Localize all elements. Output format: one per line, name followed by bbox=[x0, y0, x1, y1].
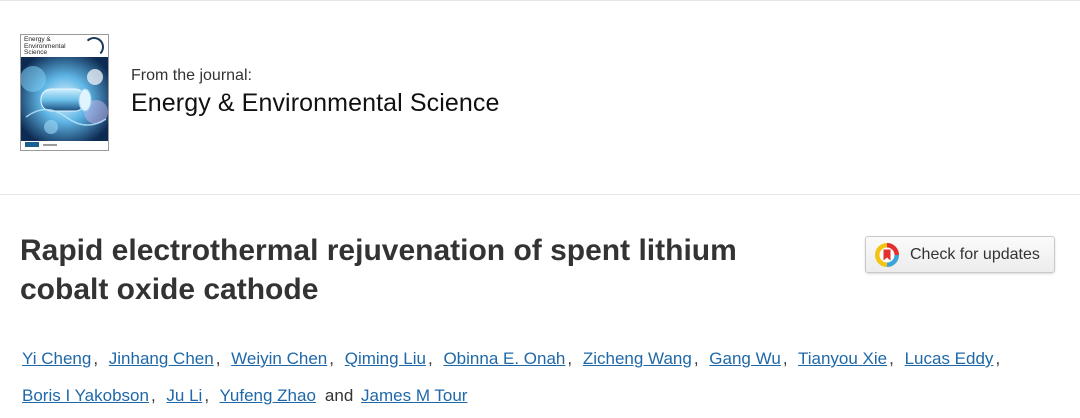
author-separator: , bbox=[889, 349, 894, 368]
author-link[interactable]: Weiyin Chen bbox=[231, 349, 327, 368]
author-separator: , bbox=[204, 386, 210, 405]
author-separator: , bbox=[567, 349, 573, 368]
cover-footer-line bbox=[43, 144, 57, 146]
author-link[interactable]: Gang Wu bbox=[709, 349, 781, 368]
author-conjunction: and bbox=[324, 386, 354, 405]
author-link[interactable]: Lucas Eddy bbox=[905, 349, 994, 368]
author-link[interactable]: Qiming Liu bbox=[345, 349, 426, 368]
author-separator: , bbox=[93, 349, 99, 368]
cover-journal-title: Energy & Environmental Science bbox=[24, 36, 66, 56]
cover-logo-icon bbox=[84, 37, 104, 57]
author-link[interactable]: Zicheng Wang bbox=[583, 349, 692, 368]
author-separator: , bbox=[782, 349, 788, 368]
author-separator: , bbox=[150, 386, 156, 405]
author-link[interactable]: Ju Li bbox=[166, 386, 202, 405]
author-link[interactable]: Boris I Yakobson bbox=[22, 386, 149, 405]
author-link[interactable]: Tianyou Xie bbox=[798, 349, 887, 368]
journal-name[interactable]: Energy & Environmental Science bbox=[131, 89, 499, 118]
journal-header: Energy & Environmental Science From the … bbox=[0, 0, 1080, 195]
publisher-logo bbox=[25, 142, 39, 147]
author-separator: , bbox=[995, 349, 1001, 368]
author-separator: , bbox=[427, 349, 433, 368]
author-separator: , bbox=[693, 349, 699, 368]
journal-cover-image[interactable]: Energy & Environmental Science bbox=[20, 34, 109, 151]
author-link[interactable]: Yufeng Zhao bbox=[220, 386, 316, 405]
from-journal-label: From the journal: bbox=[131, 67, 252, 84]
cover-artwork bbox=[21, 57, 108, 141]
author-separator: , bbox=[329, 349, 334, 368]
author-separator: , bbox=[215, 349, 221, 368]
author-list: Yi Cheng, Jinhang Chen, Weiyin Chen, Qim… bbox=[22, 340, 1062, 414]
article-title: Rapid electrothermal rejuvenation of spe… bbox=[20, 234, 737, 306]
author-link[interactable]: Obinna E. Onah bbox=[443, 349, 565, 368]
crossmark-icon bbox=[875, 242, 899, 267]
author-link[interactable]: Yi Cheng bbox=[22, 349, 91, 368]
author-link[interactable]: James M Tour bbox=[361, 386, 467, 405]
check-for-updates-button[interactable]: Check for updates bbox=[865, 236, 1055, 273]
author-link[interactable]: Jinhang Chen bbox=[109, 349, 214, 368]
check-for-updates-label: Check for updates bbox=[910, 245, 1040, 263]
